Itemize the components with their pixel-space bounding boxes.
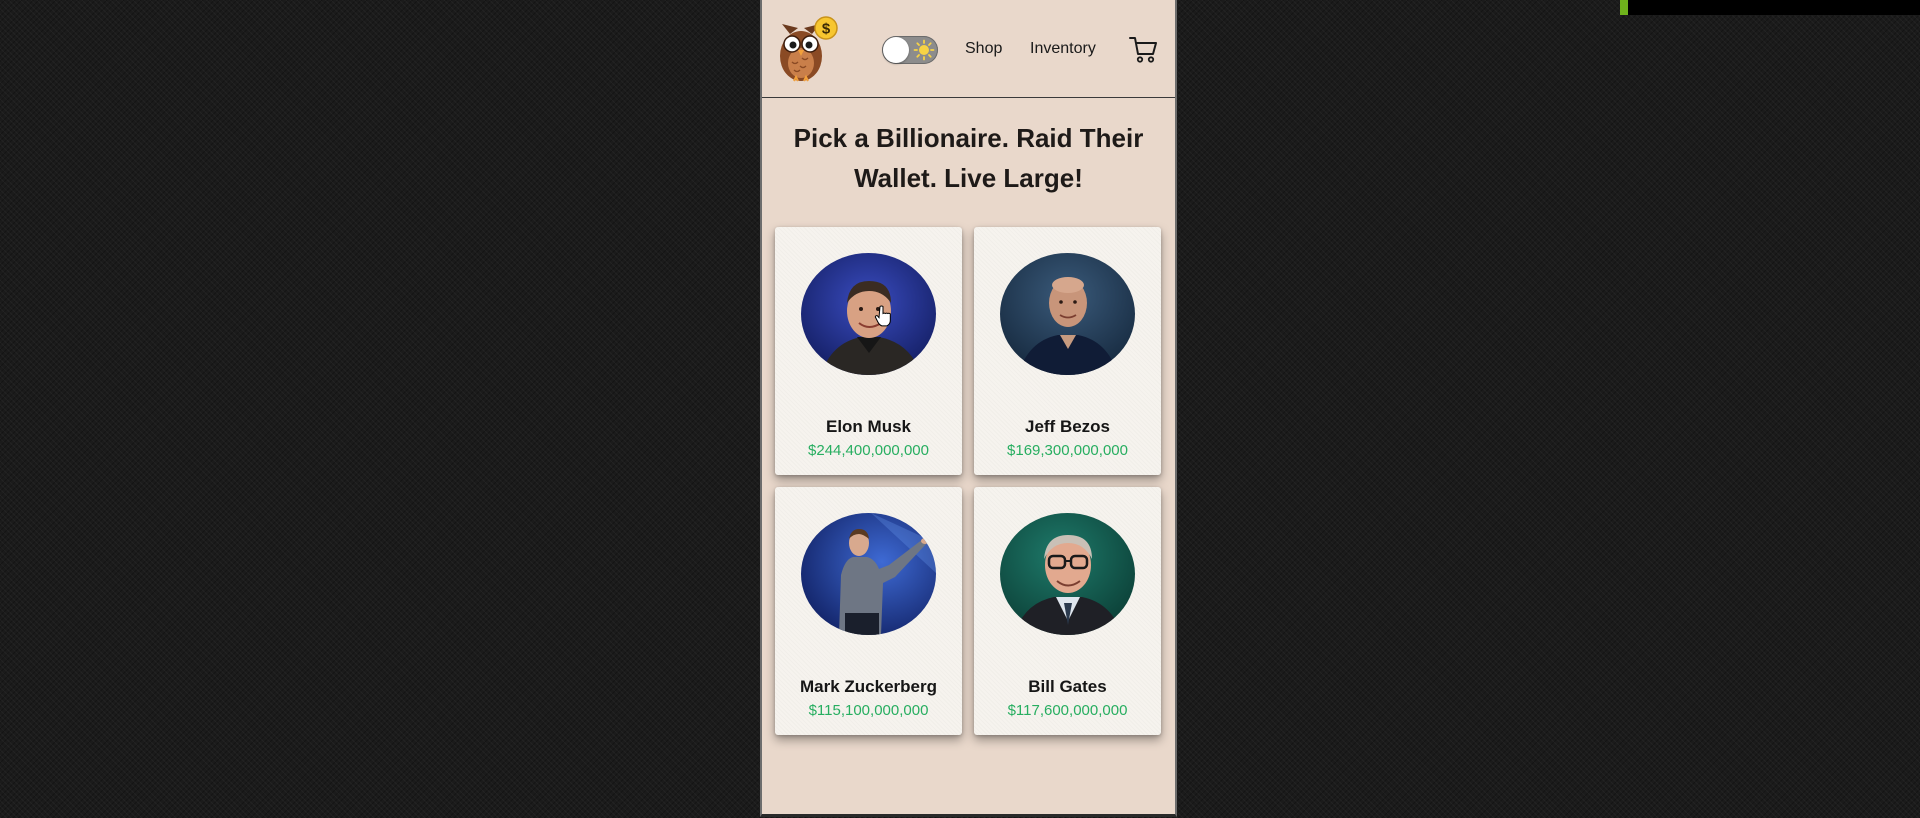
billionaire-name: Bill Gates (1028, 677, 1107, 696)
billionaire-card-bill-gates[interactable]: Bill Gates $117,600,000,000 (974, 487, 1161, 735)
sun-icon (913, 39, 935, 61)
billionaire-name: Mark Zuckerberg (800, 677, 937, 696)
page-headline: Pick a Billionaire. Raid Their Wallet. L… (793, 123, 1144, 193)
billionaire-card-mark-zuckerberg[interactable]: Mark Zuckerberg $115,100,000,000 (775, 487, 962, 735)
billionaire-net-worth: $169,300,000,000 (1007, 442, 1128, 459)
nav-link-inventory[interactable]: Inventory (1030, 40, 1096, 58)
avatar-jeff-bezos (1000, 253, 1135, 375)
mobile-viewport: $ Shop Inventory Pick a Billionaire. Rai… (760, 0, 1177, 817)
avatar-bill-gates (1000, 513, 1135, 635)
avatar-elon-musk (801, 253, 936, 375)
billionaire-card-elon-musk[interactable]: Elon Musk $244,400,000,000 (775, 227, 962, 475)
billionaire-net-worth: $117,600,000,000 (1007, 702, 1128, 719)
svg-text:$: $ (822, 21, 831, 38)
owl-money-logo[interactable]: $ (772, 14, 838, 84)
billionaire-name: Elon Musk (825, 417, 911, 436)
top-right-bar (1620, 0, 1920, 15)
billionaire-card-jeff-bezos[interactable]: Jeff Bezos $169,300,000,000 (974, 227, 1161, 475)
top-right-accent (1620, 0, 1628, 15)
billionaire-name: Jeff Bezos (1024, 417, 1111, 436)
billionaire-net-worth: $244,400,000,000 (808, 442, 929, 459)
nav-link-shop[interactable]: Shop (965, 40, 1002, 58)
theme-toggle[interactable] (882, 36, 938, 64)
billionaire-grid: Elon Musk $244,400,000,000 Jeff Bezos $1… (775, 227, 1163, 735)
shopping-cart-icon[interactable] (1128, 34, 1158, 64)
avatar-mark-zuckerberg (801, 513, 936, 635)
billionaire-net-worth: $115,100,000,000 (808, 702, 929, 719)
toggle-knob (883, 37, 909, 63)
navbar: $ Shop Inventory (762, 0, 1175, 98)
